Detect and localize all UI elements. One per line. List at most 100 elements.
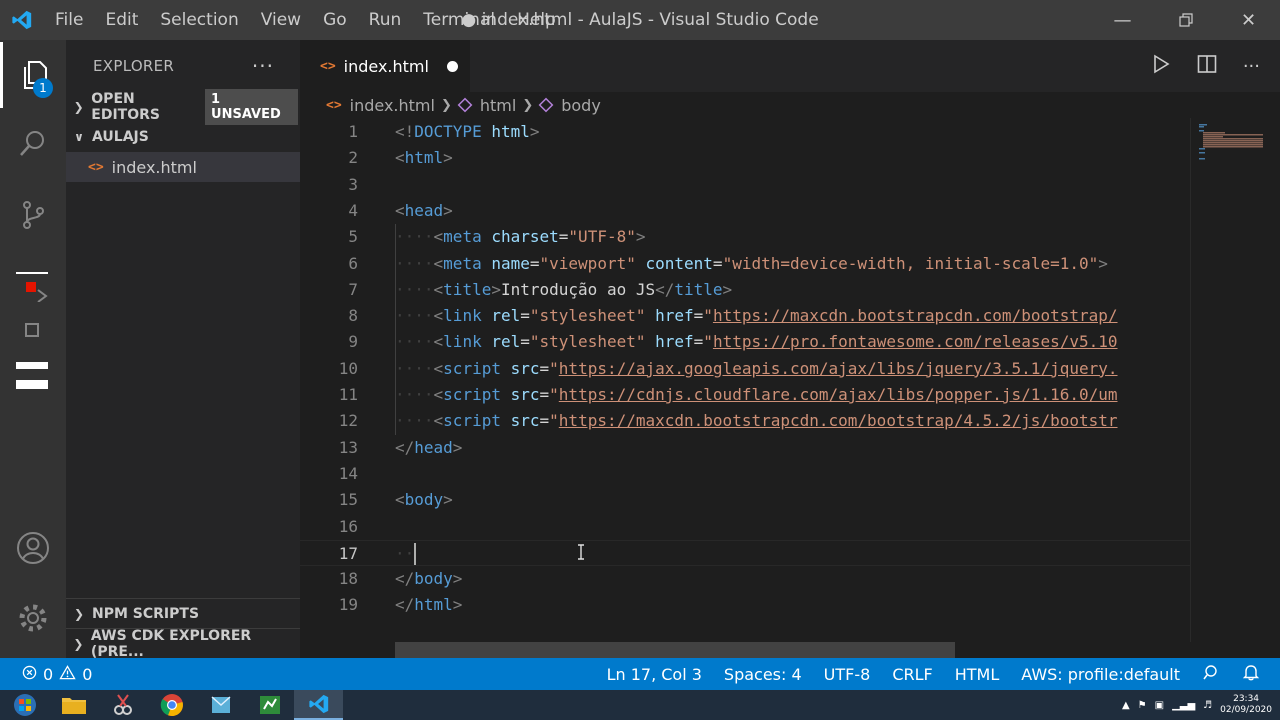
gear-icon[interactable] [0, 585, 66, 651]
code-token: content [645, 253, 713, 273]
code-token: link [443, 332, 482, 352]
flag-icon[interactable]: ⚑ [1138, 700, 1147, 711]
menu-item-go[interactable]: Go [312, 0, 358, 40]
line-number: 13 [338, 437, 358, 457]
display-icon[interactable]: ▣ [1155, 700, 1164, 711]
title-bar: File Edit Selection View Go Run Terminal Help ●… [0, 0, 1280, 40]
code-token: < [433, 332, 444, 352]
more-actions-icon[interactable]: ··· [1243, 56, 1260, 77]
cursor-position[interactable]: Ln 17, Col 3 [607, 665, 702, 684]
encoding[interactable]: UTF-8 [824, 665, 871, 684]
code-line[interactable]: 2 <html> [300, 145, 1190, 171]
code-token: </ [395, 437, 415, 457]
file-explorer-icon[interactable] [49, 690, 98, 720]
notifications-icon[interactable] [1242, 663, 1260, 685]
code-line[interactable]: 4 <head> [300, 198, 1190, 224]
code-token: < [433, 253, 444, 273]
aws-cdk-section[interactable]: ❯ AWS CDK EXPLORER (PRE... [66, 628, 300, 660]
tab-index-html[interactable]: <> index.html [300, 40, 470, 92]
horizontal-scrollbar[interactable] [395, 642, 955, 658]
code-line[interactable]: 13 </head> [300, 435, 1190, 461]
menu-item-view[interactable]: View [250, 0, 312, 40]
extensions-icon[interactable] [0, 323, 66, 390]
code-token: title [674, 279, 723, 299]
end-of-line[interactable]: CRLF [892, 665, 932, 684]
code-line[interactable]: 3 [300, 172, 1190, 198]
language-mode[interactable]: HTML [955, 665, 1000, 684]
menu-item-run[interactable]: Run [358, 0, 413, 40]
vscode-taskbar-icon[interactable] [294, 690, 343, 720]
code-token: = [529, 253, 540, 273]
folder-section[interactable]: ∨ AULAJS [66, 122, 300, 152]
minimize-icon[interactable]: — [1091, 0, 1154, 40]
code-line[interactable]: 9 ····<link rel="stylesheet" href="https:… [300, 329, 1190, 355]
code-line[interactable]: 8 ····<link rel="stylesheet" href="https:… [300, 303, 1190, 329]
indentation[interactable]: Spaces: 4 [724, 665, 802, 684]
code-line[interactable]: 15 <body> [300, 487, 1190, 513]
menu-item-file[interactable]: File [44, 0, 94, 40]
aws-profile[interactable]: AWS: profile:default [1021, 665, 1180, 684]
code-line[interactable]: 18 </body> [300, 566, 1190, 592]
folder-label: AULAJS [92, 129, 149, 145]
restore-icon[interactable] [1154, 0, 1217, 40]
code-editor[interactable]: 1 <!DOCTYPE html> 2 <html> 3 4 <head> 5 ····<met… [300, 118, 1190, 642]
breadcrumb-html[interactable]: html [480, 96, 516, 115]
camtasia-icon[interactable] [245, 690, 294, 720]
code-token: < [395, 148, 405, 168]
code-line[interactable]: 7 ····<title>Introdução ao JS</title> [300, 277, 1190, 303]
unsaved-badge: 1 UNSAVED [205, 89, 298, 125]
code-line[interactable]: 6 ····<meta name="viewport" content="widt… [300, 251, 1190, 277]
code-line[interactable]: 10 ····<script src="https://ajax.googleap… [300, 356, 1190, 382]
code-token: https://maxcdn.bootstrapcdn.com/bootstra… [712, 306, 1118, 326]
run-debug-icon[interactable] [0, 254, 66, 320]
network-icon[interactable]: ▁▃▅ [1172, 700, 1195, 711]
app-icon[interactable] [196, 690, 245, 720]
more-actions-icon[interactable]: ··· [252, 54, 274, 78]
code-token: > [443, 148, 453, 168]
menu-item-help[interactable]: Help [506, 0, 567, 40]
unsaved-dot-icon[interactable] [446, 60, 458, 72]
close-icon[interactable]: ✕ [1217, 0, 1280, 40]
menu-item-terminal[interactable]: Terminal [412, 0, 506, 40]
npm-scripts-section[interactable]: ❯ NPM SCRIPTS [66, 598, 300, 629]
line-number: 8 [348, 306, 358, 326]
code-line[interactable]: 14 [300, 461, 1190, 487]
open-editors-section[interactable]: ❯ OPEN EDITORS 1 UNSAVED [66, 89, 300, 125]
start-button[interactable] [0, 690, 49, 720]
chrome-icon[interactable] [147, 690, 196, 720]
line-number: 5 [348, 227, 358, 247]
menu-item-selection[interactable]: Selection [149, 0, 249, 40]
accounts-icon[interactable] [0, 515, 66, 581]
show-hidden-icons-icon[interactable]: ▲ [1122, 700, 1130, 711]
problems-indicator[interactable]: 0 0 [0, 665, 92, 684]
code-line[interactable]: 1 <!DOCTYPE html> [300, 119, 1190, 145]
volume-icon[interactable]: ♬ [1203, 700, 1212, 711]
breadcrumb-file[interactable]: index.html [350, 96, 435, 115]
code-token: = [539, 411, 550, 431]
code-line[interactable]: 11 ····<script src="https://cdnjs.cloudfl… [300, 382, 1190, 408]
vertical-scrollbar[interactable] [1262, 118, 1280, 658]
code-line[interactable]: 19 </html> [300, 592, 1190, 618]
split-editor-icon[interactable] [1197, 54, 1217, 78]
clock[interactable]: 23:34 02/09/2020 [1220, 694, 1272, 716]
line-number: 18 [338, 569, 358, 589]
run-icon[interactable] [1151, 54, 1171, 78]
file-item-index-html[interactable]: <> index.html [66, 152, 300, 182]
files-icon[interactable]: 1 [0, 42, 66, 108]
code-line[interactable]: 16 [300, 514, 1190, 540]
breadcrumb-body[interactable]: body [561, 96, 601, 115]
code-token: charset [491, 227, 559, 247]
snipping-tool-icon[interactable] [98, 690, 147, 720]
code-line[interactable]: 5 ····<meta charset="UTF-8"> [300, 224, 1190, 250]
search-icon[interactable] [0, 110, 66, 176]
menu-item-edit[interactable]: Edit [94, 0, 149, 40]
feedback-icon[interactable] [1202, 663, 1220, 685]
code-token: https://ajax.googleapis.com/ajax/libs/jq… [558, 358, 1118, 378]
code-line[interactable]: 12 ····<script src="https://maxcdn.bootst… [300, 408, 1190, 434]
code-token: body [404, 490, 444, 510]
source-control-icon[interactable] [0, 182, 66, 248]
code-line[interactable]: 17 ·· [300, 539, 1190, 566]
explorer-badge: 1 [33, 78, 53, 98]
line-number: 14 [338, 463, 358, 483]
indent-guide [395, 224, 396, 435]
